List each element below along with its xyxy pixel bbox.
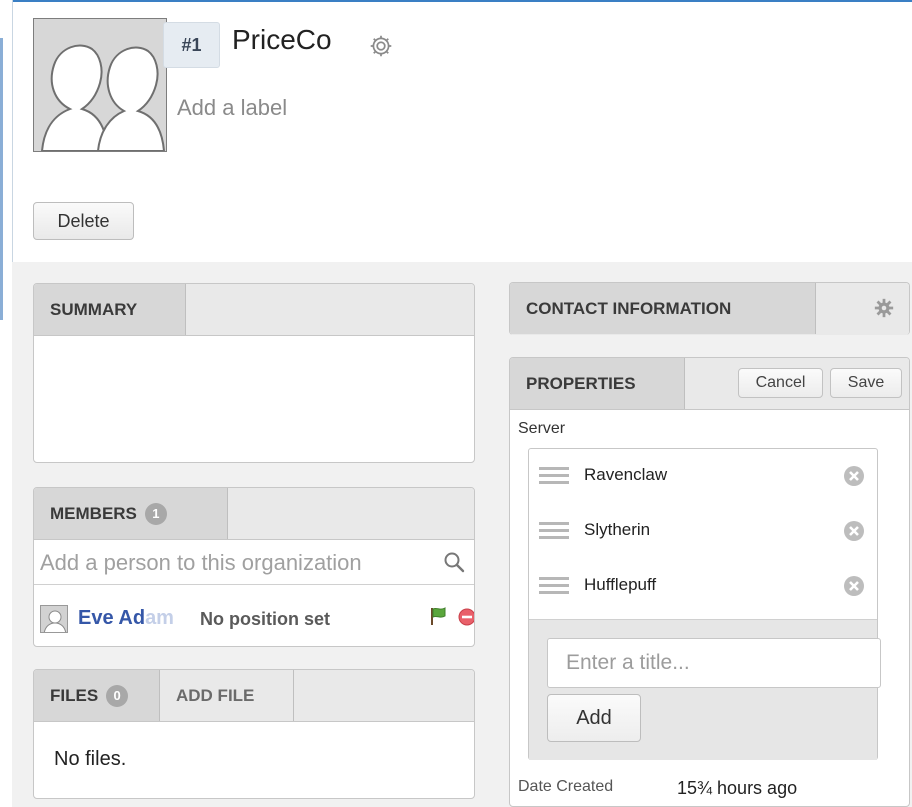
properties-panel-header: PROPERTIES Cancel Save <box>510 358 909 410</box>
server-item-label: Hufflepuff <box>584 575 657 594</box>
person-icon <box>41 606 67 632</box>
files-title: FILES <box>50 685 99 705</box>
tab-members[interactable]: MEMBERS 1 <box>34 488 228 539</box>
server-item[interactable]: Hufflepuff <box>529 559 877 614</box>
server-list: Ravenclaw Slytherin Hufflepuff Enter a t… <box>528 448 881 760</box>
properties-title: PROPERTIES <box>526 373 636 393</box>
drag-handle-icon[interactable] <box>539 520 569 540</box>
tab-properties[interactable]: PROPERTIES <box>510 358 685 409</box>
date-created-label: Date Created <box>518 778 614 795</box>
member-name-text: Eve Ad <box>78 607 146 629</box>
content-area: SUMMARY MEMBERS 1 Add a person to this o… <box>12 262 912 807</box>
drag-handle-icon[interactable] <box>539 465 569 485</box>
remove-member-icon[interactable] <box>458 608 475 626</box>
summary-title: SUMMARY <box>50 299 138 319</box>
search-icon[interactable] <box>442 550 466 574</box>
add-server-area: Add <box>529 619 881 760</box>
contact-settings-gear-icon[interactable] <box>873 297 895 319</box>
settings-gear-icon[interactable] <box>368 33 394 59</box>
member-name-link[interactable]: Eve Adam <box>78 607 174 630</box>
tab-files[interactable]: FILES 0 <box>34 670 160 721</box>
cancel-button[interactable]: Cancel <box>738 368 823 398</box>
files-panel-header: FILES 0 ADD FILE <box>34 670 474 722</box>
enter-title-input[interactable] <box>547 638 881 688</box>
members-title: MEMBERS <box>50 503 137 523</box>
remove-item-icon[interactable] <box>843 465 865 487</box>
server-field-label: Server <box>518 420 566 437</box>
add-label-link[interactable]: Add a label <box>177 95 287 121</box>
contact-information-panel: CONTACT INFORMATION <box>509 282 910 335</box>
org-avatar[interactable] <box>33 18 167 152</box>
tab-contact-information[interactable]: CONTACT INFORMATION <box>510 283 816 334</box>
drag-handle-icon[interactable] <box>539 575 569 595</box>
server-item-label: Slytherin <box>584 520 651 539</box>
member-avatar[interactable] <box>40 605 68 633</box>
members-panel-header: MEMBERS 1 <box>34 488 474 540</box>
server-item[interactable]: Slytherin <box>529 504 877 559</box>
members-count-badge: 1 <box>144 502 167 525</box>
left-accent-bar <box>0 38 3 320</box>
files-count-badge: 0 <box>106 684 129 707</box>
properties-panel: PROPERTIES Cancel Save Server Ravenclaw … <box>509 357 910 807</box>
member-search-input[interactable] <box>38 544 474 581</box>
member-list-item: Eve Adam No position set <box>34 585 475 646</box>
add-file-label: ADD FILE <box>176 685 255 705</box>
delete-button[interactable]: Delete <box>33 202 134 240</box>
summary-panel: SUMMARY <box>33 283 475 463</box>
server-item-label: Ravenclaw <box>584 465 668 484</box>
org-name-title[interactable]: PriceCo <box>232 24 332 56</box>
flag-icon[interactable] <box>427 605 449 627</box>
contact-panel-header: CONTACT INFORMATION <box>510 283 909 335</box>
remove-item-icon[interactable] <box>843 520 865 542</box>
member-search-row <box>34 540 474 585</box>
save-button[interactable]: Save <box>830 368 902 398</box>
remove-item-icon[interactable] <box>843 575 865 597</box>
member-position[interactable]: No position set <box>200 609 330 630</box>
summary-panel-header: SUMMARY <box>34 284 474 336</box>
members-panel: MEMBERS 1 Eve Adam No position set <box>33 487 475 647</box>
contact-title: CONTACT INFORMATION <box>526 298 732 318</box>
no-files-message: No files. <box>54 748 127 770</box>
member-name-faded-text: am <box>145 607 174 629</box>
tab-summary[interactable]: SUMMARY <box>34 284 186 335</box>
tab-add-file[interactable]: ADD FILE <box>160 670 294 721</box>
org-header: #1 PriceCo Add a label Delete <box>13 2 912 262</box>
avatar-placeholder-icon <box>34 19 166 151</box>
server-item[interactable]: Ravenclaw <box>529 449 877 504</box>
files-panel: FILES 0 ADD FILE No files. <box>33 669 475 799</box>
record-number-badge: #1 <box>163 22 220 68</box>
add-button[interactable]: Add <box>547 694 641 742</box>
date-created-value: 15¾ hours ago <box>677 778 798 798</box>
